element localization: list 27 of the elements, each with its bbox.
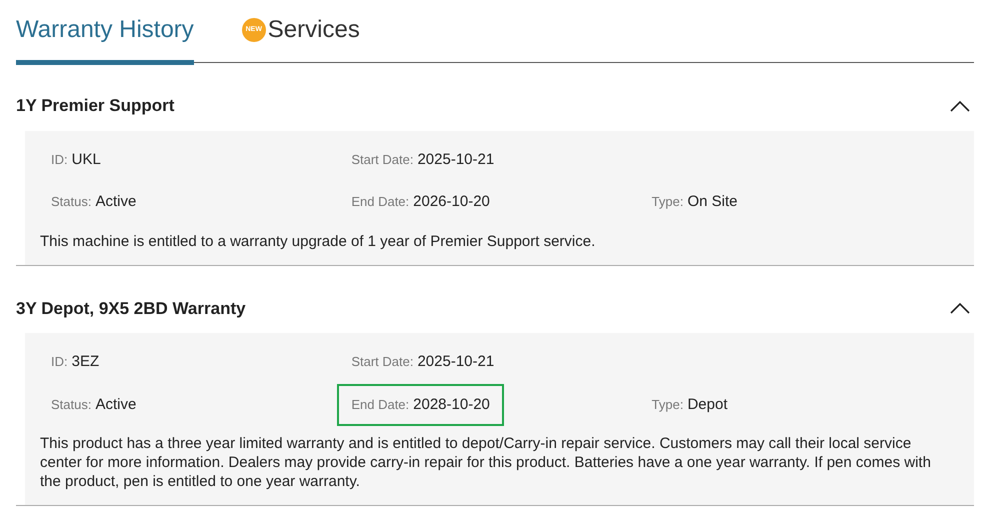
field-value: Active — [95, 394, 136, 414]
field-value: 2028-10-20 — [413, 394, 490, 414]
field-value: Depot — [687, 394, 728, 414]
field-value: On Site — [687, 192, 738, 212]
field-label: End Date: — [351, 396, 410, 414]
warranty-description: This machine is entitled to a warranty upgrade of 1 year of Premier Support service. — [40, 232, 596, 250]
field-label: Start Date: — [351, 150, 414, 168]
field-label: Type: — [652, 193, 684, 211]
field-label: Start Date: — [351, 353, 414, 371]
tab[interactable]: Warranty History — [16, 12, 194, 65]
field-label: Status: — [51, 396, 92, 414]
field-value: 3EZ — [72, 352, 100, 372]
field-label: ID: — [51, 353, 68, 371]
warranty-description: This product has a three year limited warranty and is entitled to depot/Carry-in repair service. Customers may call their local service center for more information. Dealers may provide carry-in repair for this product. Batteries have a one year warranty. If pen comes with the product, pen is entitled to one year warranty. — [40, 434, 932, 491]
accordion-header[interactable]: 1Y Premier Support — [16, 63, 974, 130]
chevron-up-icon — [950, 302, 970, 314]
field-label: End Date: — [351, 193, 410, 211]
field-value: Active — [95, 192, 136, 212]
field-value: UKL — [72, 150, 101, 170]
field-value: 2025-10-21 — [417, 150, 494, 170]
chevron-up-icon — [950, 100, 970, 112]
field-label: ID: — [51, 150, 68, 168]
field-label: Type: — [652, 396, 684, 414]
accordion-header[interactable]: 3Y Depot, 9X5 2BD Warranty — [16, 266, 974, 333]
field-label: Status: — [51, 193, 92, 211]
field-value: 2025-10-21 — [417, 352, 494, 372]
field-value: 2026-10-20 — [413, 192, 490, 212]
